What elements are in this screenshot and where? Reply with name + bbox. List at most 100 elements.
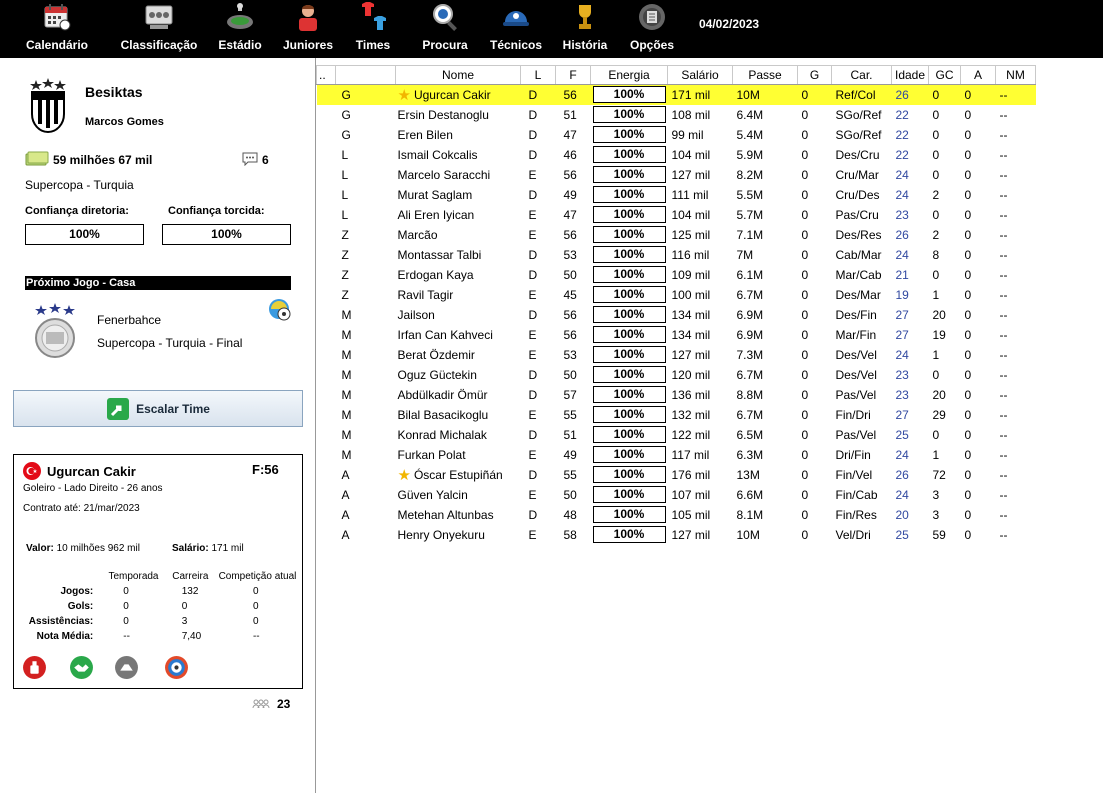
cell-energy: 100% <box>591 145 668 165</box>
player-name: Ugurcan Cakir <box>413 87 491 102</box>
column-header[interactable]: Salário <box>667 65 733 85</box>
cell-salary: 134 mil <box>671 327 711 342</box>
table-row[interactable]: M Oguz Güctekin D 50 100% 120 mil 6.7M 0 Des/Vel… <box>317 365 1036 385</box>
position-label: M <box>341 307 352 322</box>
cell-energy: 100% <box>591 185 668 205</box>
nav-estadio[interactable]: Estádio <box>214 0 266 58</box>
cell-energy: 100% <box>591 125 668 145</box>
table-row[interactable]: A Henry Onyekuru E 58 100% 127 mil 10M 0 Vel/Dri… <box>317 525 1036 545</box>
table-row[interactable]: A Metehan Altunbas D 48 100% 105 mil 8.1M 0 Fin/… <box>317 505 1036 525</box>
table-row[interactable]: M Jailson D 56 100% 134 mil 6.9M 0 Des/Fin 27 20 0 -… <box>317 305 1036 325</box>
nav-opcoes[interactable]: Opções <box>626 0 678 58</box>
cell-position: Z <box>317 265 396 285</box>
nav-historia[interactable]: História <box>560 0 610 58</box>
table-row[interactable]: Z Marcão E 56 100% 125 mil 7.1M 0 Des/Res 26 2 0 -- <box>317 225 1036 245</box>
column-header[interactable]: .. <box>316 65 336 85</box>
column-header[interactable]: Nome <box>395 65 521 85</box>
column-header[interactable]: NM <box>995 65 1036 85</box>
cell-nm: -- <box>999 247 1008 262</box>
calendar-icon <box>44 4 71 31</box>
cell-side: D <box>528 247 538 262</box>
cell-g: 0 <box>801 147 809 162</box>
star-icon: ★ <box>397 466 411 484</box>
message-icon[interactable] <box>242 152 258 166</box>
column-header[interactable]: L <box>520 65 556 85</box>
cell-age: 19 <box>895 287 909 302</box>
nav-juniores[interactable]: Juniores <box>280 0 336 58</box>
cell-age: 20 <box>895 507 909 522</box>
table-row[interactable]: M Bilal Basacikoglu E 55 100% 132 mil 6.7M 0 Fin… <box>317 405 1036 425</box>
table-row[interactable]: M Furkan Polat E 49 100% 117 mil 6.3M 0 Dri/Fin 2… <box>317 445 1036 465</box>
nav-classificacao[interactable]: Classificação <box>116 0 202 58</box>
column-header[interactable]: Car. <box>831 65 892 85</box>
position-label: L <box>341 207 349 222</box>
nav-label: Classificação <box>120 38 198 52</box>
cell-nm: -- <box>999 347 1008 362</box>
table-row[interactable]: M Irfan Can Kahveci E 56 100% 134 mil 6.9M 0 Mar… <box>317 325 1036 345</box>
nav-times[interactable]: Times <box>350 0 396 58</box>
cell-age: 25 <box>895 427 909 442</box>
energy-bar: 100% <box>592 306 666 323</box>
column-header[interactable]: F <box>555 65 591 85</box>
energy-bar: 100% <box>592 406 666 423</box>
nav-calendario[interactable]: Calendário <box>22 0 92 58</box>
nav-tecnicos[interactable]: Técnicos <box>486 0 546 58</box>
table-row[interactable]: Z Erdogan Kaya D 50 100% 109 mil 6.1M 0 Mar/Cab 2… <box>317 265 1036 285</box>
table-row[interactable]: M Konrad Michalak D 51 100% 122 mil 6.5M 0 Pas/V… <box>317 425 1036 445</box>
column-header[interactable]: Passe <box>732 65 798 85</box>
escalar-time-button[interactable]: Escalar Time <box>13 390 303 427</box>
cell-g: 0 <box>801 527 809 542</box>
table-row[interactable]: Z Montassar Talbi D 53 100% 116 mil 7M 0 Cab/Mar… <box>317 245 1036 265</box>
cell-energy: 100% <box>590 84 668 105</box>
energy-bar: 100% <box>592 506 666 523</box>
table-row[interactable]: L Ali Eren Iyican E 47 100% 104 mil 5.7M 0 Pas/C… <box>317 205 1036 225</box>
cell-side: E <box>528 447 537 462</box>
message-count[interactable]: 6 <box>262 153 269 167</box>
table-row[interactable]: A Güven Yalcin E 50 100% 107 mil 6.6M 0 Fin/Cab 2… <box>317 485 1036 505</box>
table-row[interactable]: G Ersin Destanoglu D 51 100% 108 mil 6.4M 0 SGo/… <box>317 105 1036 125</box>
player-value: 10 milhões 962 mil <box>56 543 140 554</box>
table-row[interactable]: L Ismail Cokcalis D 46 100% 104 mil 5.9M 0 Des/C… <box>317 145 1036 165</box>
player-attributes-icon[interactable] <box>164 655 189 680</box>
table-row[interactable]: Z Ravil Tagir E 45 100% 100 mil 6.7M 0 Des/Mar 19… <box>317 285 1036 305</box>
table-row[interactable]: M Abdülkadir Ömür D 57 100% 136 mil 8.8M 0 Pas/V… <box>317 385 1036 405</box>
cell-age: 25 <box>895 527 909 542</box>
table-row[interactable]: L Murat Saglam D 49 100% 111 mil 5.5M 0 Cru/Des 2… <box>317 185 1036 205</box>
star-icon: ★ <box>397 86 411 104</box>
table-row[interactable]: L Marcelo Saracchi E 56 100% 127 mil 8.2M 0 Cru/… <box>317 165 1036 185</box>
cell-side: D <box>528 267 538 282</box>
cell-car: Ref/Col <box>831 84 892 105</box>
sell-player-icon[interactable] <box>22 655 47 680</box>
player-name: Erdogan Kaya <box>397 267 474 282</box>
cell-car: Cru/Des <box>835 187 880 202</box>
cell-car: Dri/Fin <box>835 447 871 462</box>
energy-bar: 100% <box>592 386 666 403</box>
cell-f: 53 <box>563 247 577 262</box>
cell-salary: 104 mil <box>671 207 711 222</box>
column-header[interactable]: G <box>797 65 832 85</box>
column-header[interactable]: A <box>960 65 996 85</box>
nav-procura[interactable]: Procura <box>418 0 472 58</box>
cell-car: Mar/Cab <box>835 267 882 282</box>
table-row[interactable]: M Berat Özdemir E 53 100% 127 mil 7.3M 0 Des/Vel… <box>317 345 1036 365</box>
table-row[interactable]: G Eren Bilen D 47 100% 99 mil 5.4M 0 SGo/Ref 22 0 0… <box>317 125 1036 145</box>
column-header[interactable]: Idade <box>891 65 929 85</box>
player-name: Ismail Cokcalis <box>397 147 478 162</box>
cell-g: 0 <box>801 187 809 202</box>
column-header[interactable] <box>335 65 396 85</box>
column-header[interactable]: GC <box>928 65 961 85</box>
nav-label: Opções <box>629 38 674 52</box>
cell-nm: -- <box>995 84 1036 105</box>
cell-salary: 100 mil <box>671 287 711 302</box>
cell-age: 23 <box>895 207 909 222</box>
handshake-icon[interactable] <box>69 655 94 680</box>
loan-player-icon[interactable] <box>114 655 139 680</box>
cell-gc: 19 <box>932 327 946 342</box>
table-row[interactable]: G ★ Ugurcan Cakir D 56 100% 171 mil 10M 0 Ref/Col… <box>316 84 1036 105</box>
table-row[interactable]: A ★ Óscar Estupiñán D 55 100% 176 mil 13M 0 Fin/V… <box>317 465 1036 485</box>
column-header[interactable]: Energia <box>590 65 668 85</box>
cell-name: Ismail Cokcalis <box>396 145 521 165</box>
cell-position: G <box>317 125 396 145</box>
cell-salary: 116 mil <box>671 247 710 262</box>
cell-age: 26 <box>895 227 909 242</box>
